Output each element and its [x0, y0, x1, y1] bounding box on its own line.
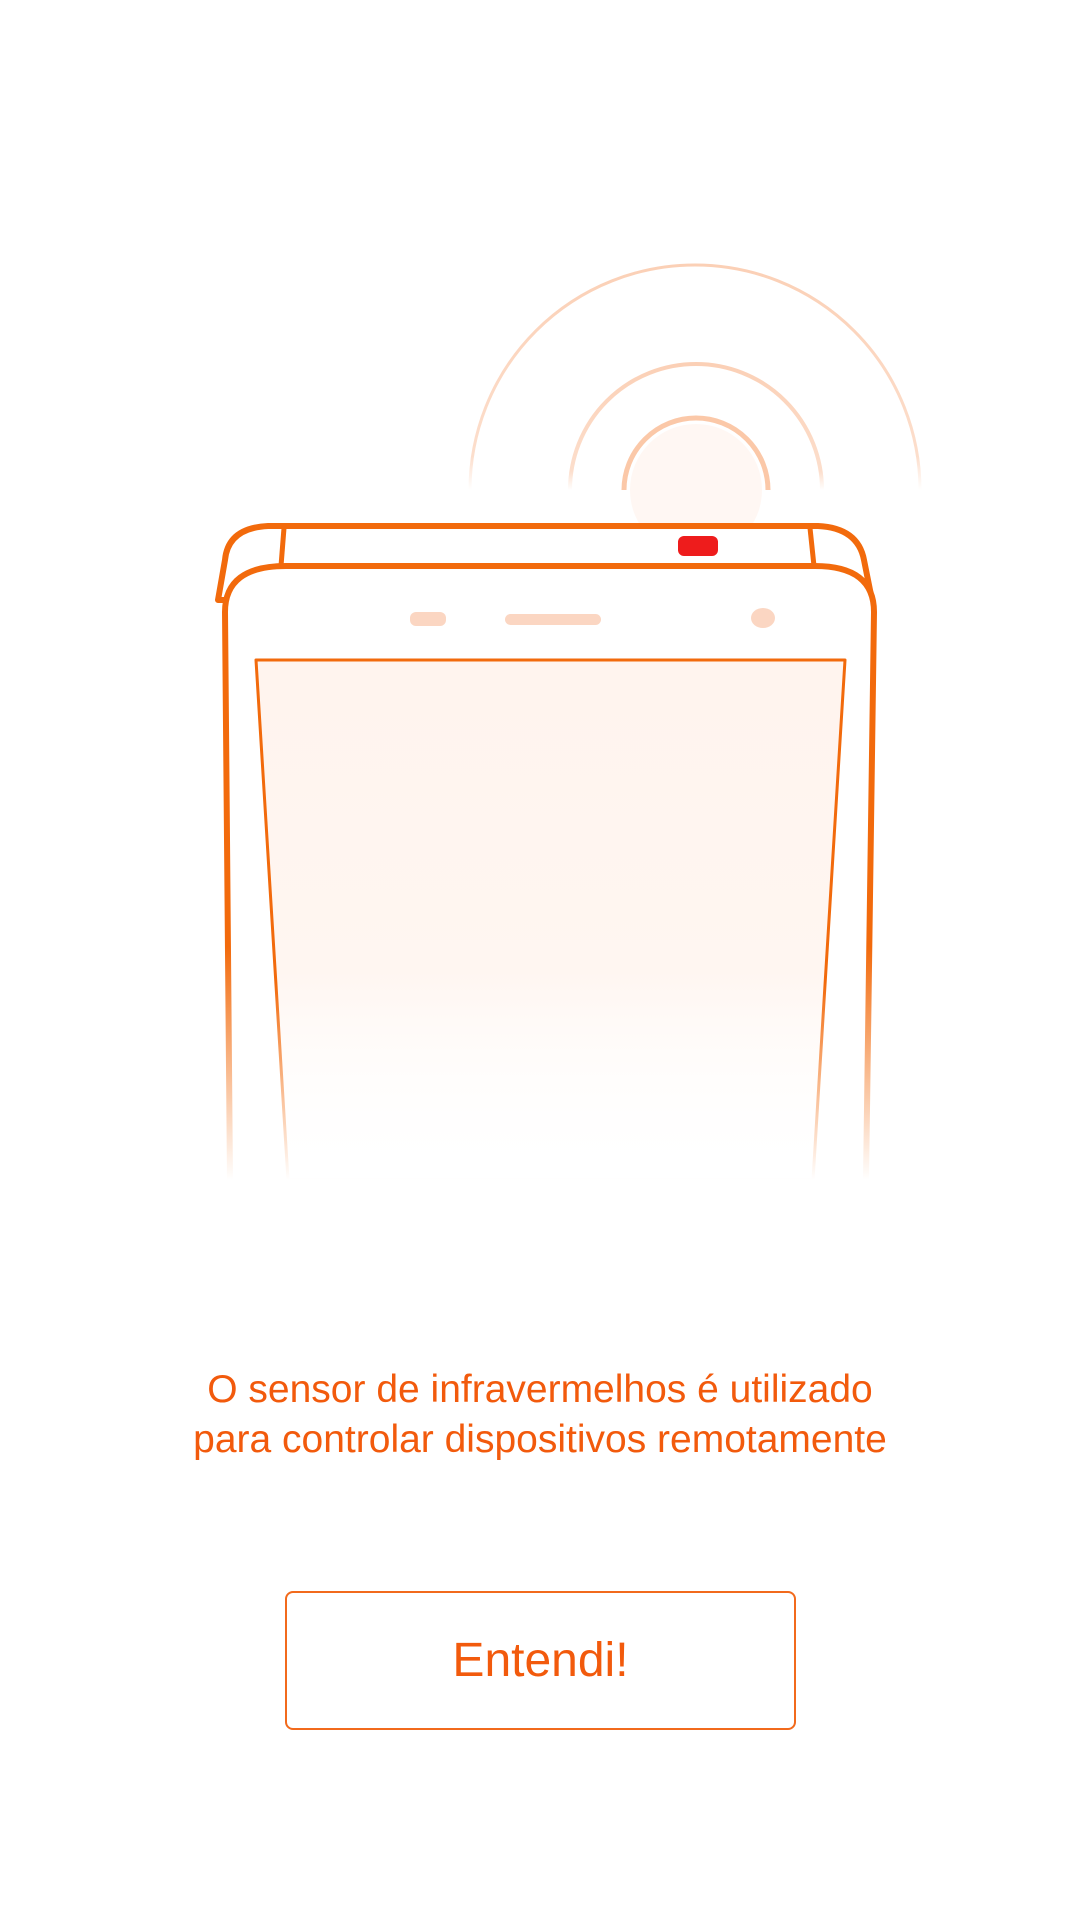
- got-it-button-label: Entendi!: [452, 1634, 629, 1687]
- ir-sensor-intro-screen: O sensor de infravermelhos é utilizado p…: [0, 0, 1080, 1920]
- ir-sensor-description: O sensor de infravermelhos é utilizado p…: [90, 1365, 990, 1465]
- phone-front-camera: [751, 608, 775, 628]
- phone-ir-blaster-icon: [215, 263, 922, 1182]
- description-line-1: O sensor de infravermelhos é utilizado: [207, 1368, 873, 1411]
- ir-signal-waves: [468, 263, 922, 556]
- got-it-button[interactable]: Entendi!: [285, 1591, 796, 1730]
- phone-earpiece: [505, 614, 601, 625]
- phone-body: [222, 563, 877, 1182]
- phone-screen: [254, 658, 847, 1182]
- ir-sensor-icon: [678, 536, 718, 556]
- description-line-2: para controlar dispositivos remotamente: [193, 1418, 887, 1461]
- phone-proximity-sensor: [410, 612, 446, 626]
